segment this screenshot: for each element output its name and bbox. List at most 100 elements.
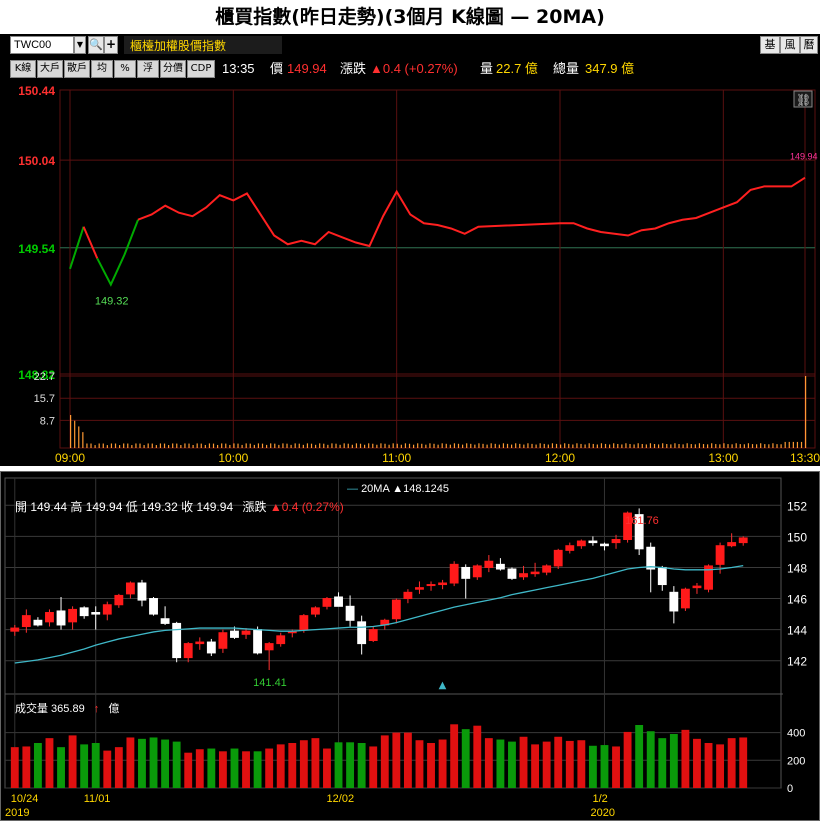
volume-bar (531, 744, 540, 788)
volume-bar (462, 444, 464, 448)
volume-bar (441, 443, 443, 448)
vol-tick-label: 15.7 (34, 393, 55, 405)
volume-bar (565, 740, 574, 788)
volume-bar (649, 443, 652, 448)
volume-bar (176, 443, 178, 448)
candle-body (415, 587, 424, 590)
candle-body (403, 591, 413, 600)
volume-bar (119, 445, 121, 448)
volume-bar (334, 742, 343, 788)
candle-body (715, 545, 725, 565)
volume-bar (445, 443, 447, 448)
volume-bar (212, 443, 215, 448)
volume-bar (711, 443, 713, 448)
volume-bar (380, 443, 382, 448)
volume-bar (10, 747, 19, 788)
candle-body (530, 571, 540, 575)
volume-bar (172, 741, 181, 788)
volume-bar (739, 737, 748, 788)
y-tick-label: 148 (787, 561, 807, 575)
volume-bar (114, 443, 117, 448)
volume-bar (457, 443, 460, 448)
volume-bar (719, 444, 721, 448)
volume-bar (678, 444, 680, 448)
volume-bar (490, 443, 492, 448)
volume-bar (94, 445, 96, 448)
x-tick-label: 11/01 (84, 793, 111, 805)
volume-bar (621, 444, 623, 448)
volume-bar (693, 738, 701, 788)
volume-bar (184, 752, 193, 788)
volume-bar (339, 444, 341, 448)
volume-bar (253, 751, 262, 788)
volume-bar (346, 742, 355, 788)
volume-bar (666, 444, 668, 448)
volume-bar (653, 443, 656, 448)
x-tick-label: 10/24 (11, 793, 39, 805)
volume-bar (768, 444, 770, 448)
intraday-panel: TWC00 ▼ 🔍 + 櫃檯加權股價指數 基 風 曆 K線 大戶 散戶 均 % … (0, 34, 820, 466)
volume-bar (392, 732, 401, 788)
volume-bar (670, 444, 672, 448)
volume-bar (682, 444, 684, 448)
volume-bar (114, 747, 123, 788)
volume-bar (715, 444, 717, 448)
volume-bar (245, 443, 247, 448)
candle-body (692, 585, 702, 589)
x-tick-label: 11:00 (382, 451, 411, 465)
volume-bar (478, 443, 480, 448)
x-tick-label: 10:00 (218, 451, 248, 465)
volume-bar (195, 749, 204, 788)
volume-bar (511, 444, 513, 448)
volume-bar (466, 443, 468, 448)
volume-bar (702, 444, 705, 448)
candle-body (576, 540, 586, 547)
volume-bar (90, 443, 92, 448)
volume-bar (727, 738, 736, 788)
volume-bar (230, 748, 239, 788)
candle-body (357, 621, 367, 645)
volume-bar (310, 443, 313, 448)
volume-bar (427, 743, 435, 788)
volume-bar (70, 415, 72, 448)
volume-bar (535, 444, 537, 448)
volume-bar (635, 725, 644, 788)
volume-bar (800, 441, 803, 448)
page-title: 櫃買指數(昨日走勢)(3個月 K線圖 — 20MA) (0, 0, 820, 34)
volume-bar (751, 444, 754, 448)
volume-bar (204, 444, 206, 448)
volume-bar (159, 443, 162, 448)
vol-tick-label: 22.7 (34, 371, 55, 383)
volume-bar (286, 443, 288, 448)
y-tick-label: 150.44 (18, 84, 55, 98)
volume-bar (588, 745, 597, 788)
volume-bar (218, 751, 227, 788)
volume-bar (274, 443, 276, 448)
volume-bar (747, 443, 750, 448)
volume-bar (674, 443, 676, 448)
volume-bar (376, 444, 378, 448)
volume-bar (103, 750, 112, 788)
volume-bar (131, 445, 133, 448)
candle-body (10, 627, 20, 632)
volume-bar (494, 443, 496, 448)
candle-body (565, 545, 575, 551)
volume-bar (74, 420, 76, 448)
candle-body (738, 537, 748, 544)
volume-bar (384, 443, 386, 448)
x-tick-label: 13:00 (708, 451, 738, 465)
volume-bar (298, 443, 300, 448)
vol-tick-label: 0 (787, 783, 793, 795)
candle-body (230, 630, 239, 638)
candle-body (45, 612, 54, 623)
volume-bar (623, 731, 632, 788)
volume-bar (249, 443, 251, 448)
volume-bar (299, 740, 308, 788)
volume-bar (486, 444, 488, 448)
candle-body (449, 563, 459, 584)
volume-bar (80, 744, 89, 788)
volume-bar (592, 443, 594, 448)
ma-legend: — 20MA ▲148.1245 (347, 483, 450, 495)
volume-header-value: 成交量 365.89 (15, 703, 85, 715)
volume-bar (780, 444, 782, 448)
